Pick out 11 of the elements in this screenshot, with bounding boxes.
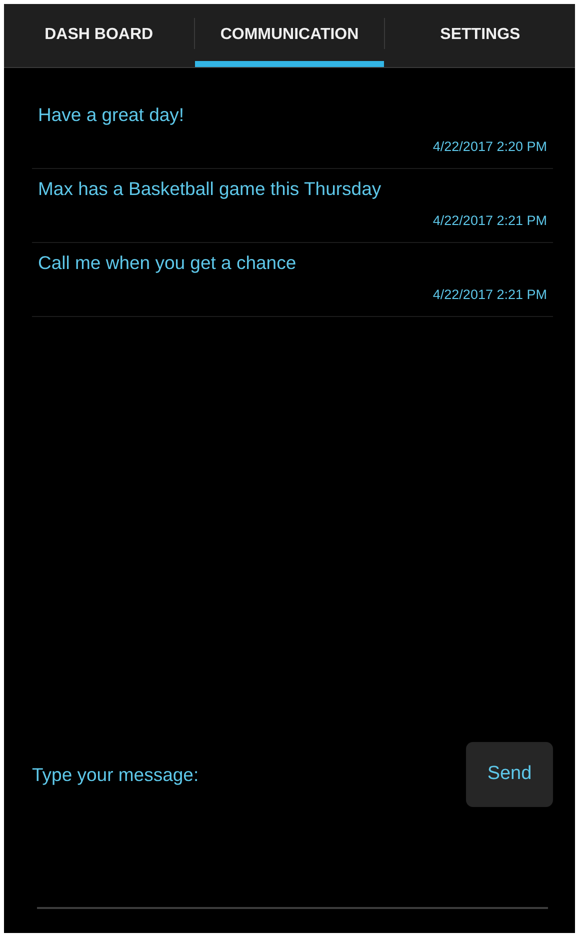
- message-label: Type your message:: [32, 762, 199, 787]
- message-text: Max has a Basketball game this Thursday: [38, 177, 382, 201]
- message-timestamp: 4/22/2017 2:21 PM: [432, 212, 547, 230]
- message-text: Have a great day!: [38, 103, 184, 127]
- tab[interactable]: DASH BOARD: [4, 4, 194, 67]
- tab[interactable]: SETTINGS: [385, 4, 576, 67]
- message-timestamp: 4/22/2017 2:21 PM: [432, 286, 547, 304]
- message-timestamp: 4/22/2017 2:20 PM: [432, 138, 547, 156]
- message-text: Call me when you get a chance: [38, 251, 296, 275]
- send-button[interactable]: Send: [466, 742, 553, 807]
- tab[interactable]: COMMUNICATION: [194, 4, 384, 67]
